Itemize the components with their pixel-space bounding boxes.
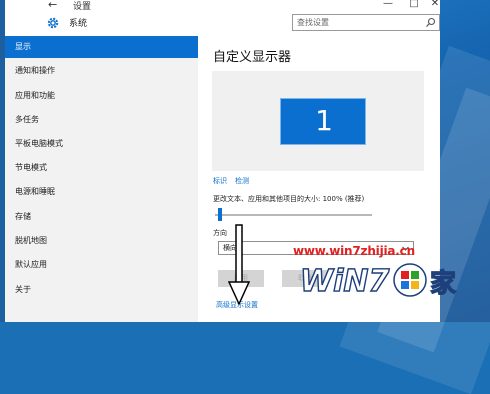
display-preview: 1: [212, 71, 424, 171]
sidebar-item[interactable]: 关于: [5, 279, 198, 301]
sidebar-item[interactable]: 平板电脑模式: [5, 133, 198, 155]
identify-link[interactable]: 标识: [213, 176, 227, 186]
sidebar-item[interactable]: 节电模式: [5, 157, 198, 179]
title-bar: ← 设置 — □ ✕: [5, 0, 440, 12]
sidebar-item[interactable]: 脱机地图: [5, 230, 198, 252]
sidebar: 显示 通知和操作应用和功能 多任务 平板电脑模式 节电模式 电源和睡眠存储 脱机地图 默认应用…: [5, 36, 198, 322]
close-icon[interactable]: ✕: [425, 0, 440, 10]
sidebar-item[interactable]: 存储: [5, 206, 198, 228]
orientation-label: 方向: [213, 229, 227, 237]
scale-label: 更改文本、应用和其他项目的大小: 100% (推荐): [213, 195, 365, 203]
scale-slider-thumb[interactable]: [218, 208, 222, 221]
search-placeholder: 查找设置: [297, 18, 329, 27]
sidebar-item[interactable]: 应用和功能: [5, 85, 198, 107]
sidebar-item[interactable]: 显示: [5, 36, 198, 58]
page-title: 系统: [69, 19, 88, 29]
gear-icon: [47, 17, 59, 29]
monitor-tile[interactable]: 1: [280, 98, 366, 145]
window-title: 设置: [73, 2, 92, 12]
search-icon[interactable]: [425, 17, 436, 28]
watermark-logo: WiN7 家: [300, 263, 457, 300]
search-input[interactable]: 查找设置: [292, 14, 440, 31]
svg-text:WiN7: WiN7: [300, 264, 389, 299]
sidebar-item[interactable]: 默认应用: [5, 254, 198, 276]
section-title: 自定义显示器: [213, 50, 292, 65]
sidebar-item[interactable]: 多任务: [5, 109, 198, 131]
maximize-icon[interactable]: □: [404, 0, 424, 10]
monitor-number: 1: [315, 104, 333, 137]
watermark-url: www.win7zhijia.cn: [293, 244, 415, 258]
detect-link[interactable]: 检测: [235, 176, 249, 186]
scale-slider-track[interactable]: [215, 214, 372, 216]
sidebar-item[interactable]: 电源和睡眠: [5, 181, 198, 203]
sidebar-item[interactable]: 通知和操作: [5, 60, 198, 82]
minimize-icon[interactable]: —: [378, 0, 398, 10]
back-arrow-icon[interactable]: ←: [48, 0, 57, 11]
svg-text:家: 家: [430, 268, 456, 299]
annotation-arrow: [228, 224, 250, 306]
